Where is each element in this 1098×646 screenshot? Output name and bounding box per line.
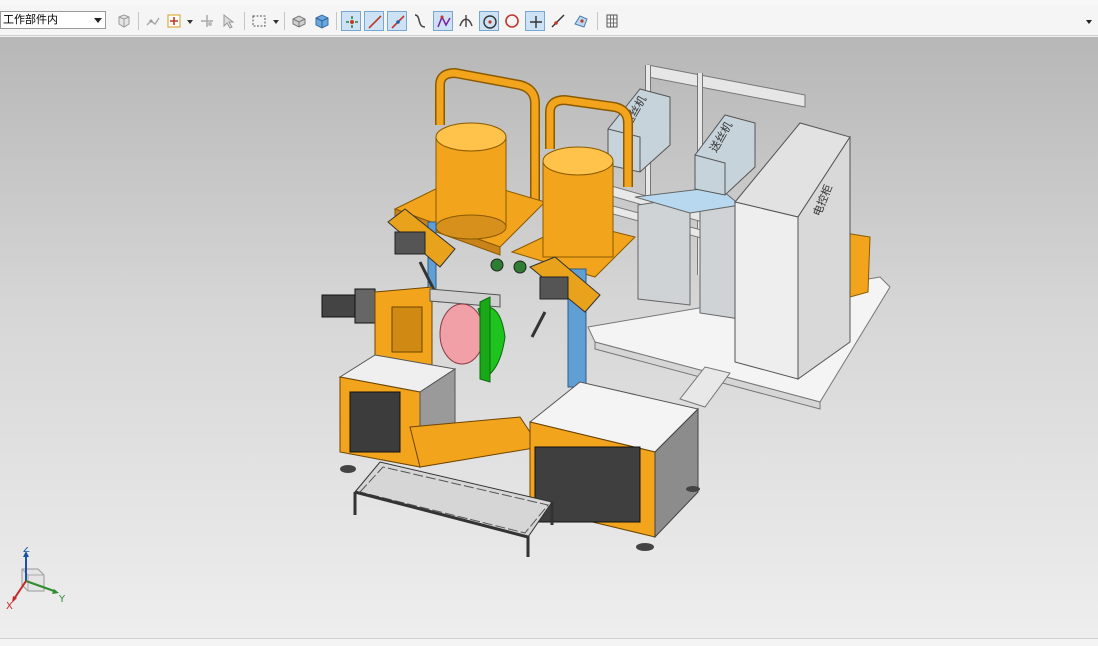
snap-existing-point-button[interactable]: [525, 11, 545, 31]
point-constructor-icon: [201, 15, 213, 27]
solid-view-button[interactable]: [312, 11, 332, 31]
add-point-dropdown-icon[interactable]: [187, 20, 193, 24]
left-base-frame: [338, 354, 541, 473]
chevron-down-icon: [94, 18, 102, 23]
toolbar-separator: [597, 12, 598, 30]
storage-lockers: [634, 186, 742, 320]
toolbar-separator: [244, 12, 245, 30]
assembly-filter-button[interactable]: [114, 11, 134, 31]
assembly-filter-icon: [118, 14, 130, 28]
snap-point-icon: [146, 17, 160, 26]
toolbar-separator: [284, 12, 285, 30]
snap-midpoint-button[interactable]: [387, 11, 407, 31]
toolbar-separator: [336, 12, 337, 30]
snap-point-on-curve-button[interactable]: [548, 11, 568, 31]
snap-quadrant-button[interactable]: [502, 11, 522, 31]
snap-line-icon: [368, 15, 382, 29]
shaded-view-icon: [292, 15, 306, 28]
snap-point-on-surface-button[interactable]: [571, 11, 591, 31]
snap-arc-center-button[interactable]: [479, 11, 499, 31]
snap-quadrant-icon: [505, 14, 519, 28]
rectangle-select-button[interactable]: [249, 11, 269, 31]
snap-point-on-surface-icon: [574, 15, 588, 28]
selection-toolbar: 工作部件内: [0, 6, 1098, 36]
snap-line-button[interactable]: [364, 11, 384, 31]
toolbar-separator: [138, 12, 139, 30]
point-constructor-button[interactable]: [197, 11, 217, 31]
snap-curve-icon: [414, 14, 426, 28]
welding-cell-model[interactable]: 电控柜 送丝机 送丝机: [0, 37, 1098, 638]
snap-intersection-button[interactable]: [456, 11, 476, 31]
grid-icon: [606, 14, 618, 28]
wire-feeder-right: 送丝机: [694, 114, 756, 196]
graphics-window[interactable]: 电控柜 送丝机 送丝机 Z Y X: [0, 37, 1098, 638]
snap-curve-button[interactable]: [410, 11, 430, 31]
solid-view-icon: [315, 14, 329, 29]
triad-y-label: Y: [58, 594, 66, 605]
snap-endpoint-icon: [346, 16, 358, 28]
snap-endpoint-button[interactable]: [341, 11, 361, 31]
selection-scope-value: 工作部件内: [3, 13, 58, 26]
selection-scope-dropdown[interactable]: 工作部件内: [0, 11, 106, 29]
orientation-triad: Z Y X: [6, 547, 66, 612]
step-platform: [353, 461, 554, 557]
triad-x-label: X: [6, 601, 13, 612]
rectangle-select-icon: [252, 15, 266, 27]
snap-point-button[interactable]: [143, 11, 163, 31]
snap-control-point-button[interactable]: [433, 11, 453, 31]
shaded-view-button[interactable]: [289, 11, 309, 31]
snap-existing-point-icon: [530, 16, 542, 28]
toolbar-overflow-icon[interactable]: [1086, 20, 1092, 24]
add-point-icon: [167, 14, 181, 28]
right-base-cabinet: [528, 381, 700, 551]
snap-intersection-icon: [459, 15, 473, 27]
select-tool-button[interactable]: [219, 11, 239, 31]
grid-button[interactable]: [602, 11, 622, 31]
snap-control-point-icon: [437, 15, 451, 28]
snap-point-on-curve-icon: [551, 14, 565, 28]
rectangle-select-dropdown-icon[interactable]: [273, 20, 279, 24]
wire-feeder-left: 送丝机: [607, 88, 671, 173]
select-tool-icon: [223, 13, 235, 29]
triad-z-label: Z: [23, 547, 30, 555]
snap-arc-center-icon: [483, 15, 497, 29]
snap-midpoint-icon: [391, 15, 405, 29]
add-point-button[interactable]: [164, 11, 184, 31]
